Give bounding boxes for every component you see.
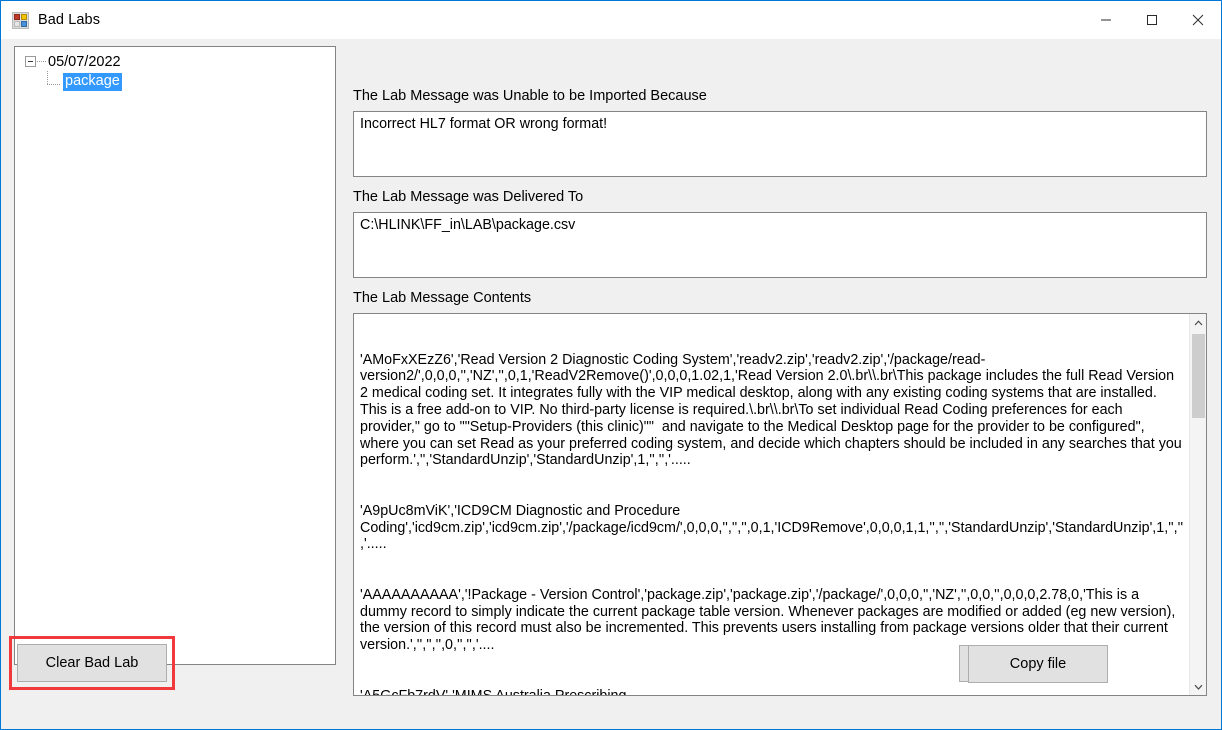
title-bar: Bad Labs: [1, 1, 1221, 39]
clear-bad-lab-button[interactable]: Clear Bad Lab: [17, 644, 167, 682]
contents-part-2: 'A9pUc8mViK','ICD9CM Diagnostic and Proc…: [360, 502, 1184, 553]
minimize-button[interactable]: [1083, 2, 1129, 39]
copy-file-button[interactable]: Copy file: [968, 645, 1108, 683]
bad-labs-window: Bad Labs 05/07/2022 package The Lab Mess…: [0, 0, 1222, 730]
tree-connector: [47, 70, 61, 89]
contents-part-1: 'AMoFxXEzZ6','Read Version 2 Diagnostic …: [360, 351, 1186, 469]
maximize-button[interactable]: [1129, 2, 1175, 39]
tree-node-package[interactable]: package: [15, 70, 335, 91]
window-title: Bad Labs: [38, 12, 101, 28]
tree-node-date-label: 05/07/2022: [48, 53, 121, 70]
close-icon: [1192, 14, 1204, 26]
collapse-icon[interactable]: [25, 56, 36, 67]
scroll-up-button[interactable]: [1190, 314, 1206, 331]
close-button[interactable]: [1175, 2, 1221, 39]
minimize-icon: [1101, 19, 1111, 21]
delivered-to-label: The Lab Message was Delivered To: [353, 189, 584, 205]
reason-label: The Lab Message was Unable to be Importe…: [353, 88, 707, 104]
scrollbar-thumb[interactable]: [1192, 334, 1205, 418]
tree-connector: [37, 60, 46, 63]
tree-node-date[interactable]: 05/07/2022: [15, 52, 335, 71]
reason-textbox[interactable]: Incorrect HL7 format OR wrong format!: [353, 111, 1207, 177]
chevron-up-icon: [1194, 319, 1203, 325]
contents-label: The Lab Message Contents: [353, 290, 532, 306]
tree-node-package-label: package: [63, 72, 122, 91]
footer-bar: Clear Bad Lab Copy file Close: [1, 633, 1221, 729]
bad-labs-tree[interactable]: 05/07/2022 package: [14, 46, 336, 665]
delivered-to-textbox[interactable]: C:\HLINK\FF_in\LAB\package.csv: [353, 212, 1207, 278]
client-area: 05/07/2022 package The Lab Message was U…: [1, 39, 1221, 729]
app-window-icon: [12, 11, 29, 29]
maximize-icon: [1147, 15, 1157, 25]
